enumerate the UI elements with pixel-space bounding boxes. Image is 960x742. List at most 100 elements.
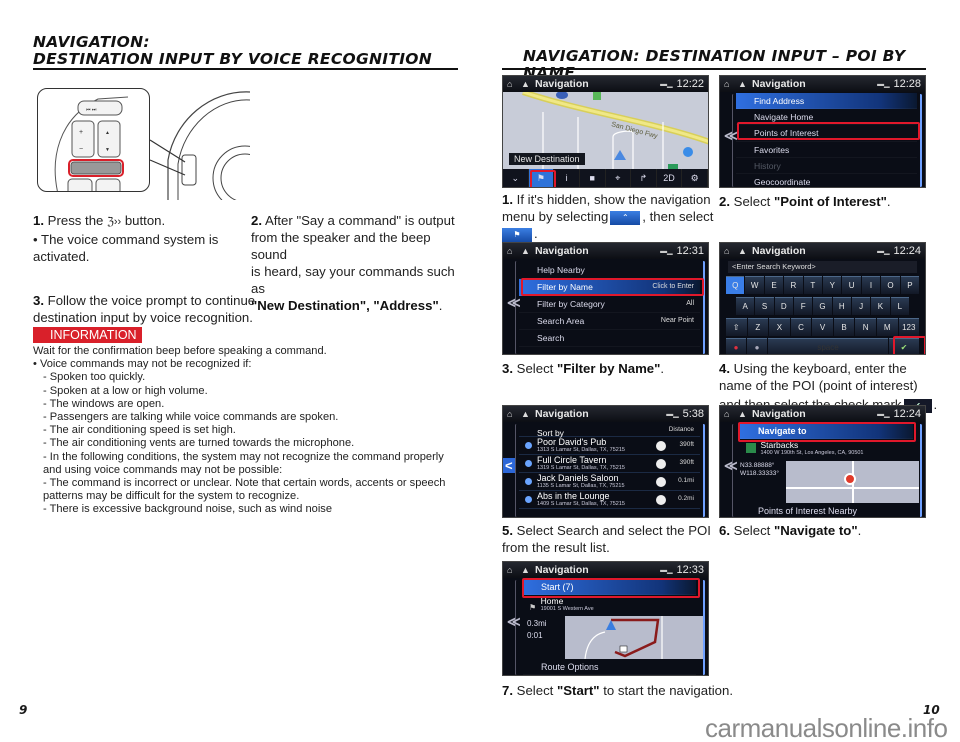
scrollbar[interactable] <box>702 261 705 354</box>
keyboard-key[interactable]: L <box>890 297 909 315</box>
home-icon[interactable]: ⌂ <box>724 246 733 256</box>
expand-menu-button-icon: ⌃ <box>610 210 641 225</box>
clock: 12:24 <box>893 408 921 420</box>
keyboard-key[interactable]: X <box>769 318 790 336</box>
collapse-menu-button[interactable]: ⌄ <box>503 169 529 187</box>
left-heading-line2: DESTINATION INPUT BY VOICE RECOGNITION <box>33 50 433 68</box>
keyboard-key[interactable]: P <box>900 276 920 294</box>
keyboard-key[interactable]: ⇧ <box>726 318 747 336</box>
route-map[interactable] <box>565 616 703 660</box>
information-badge: INFORMATION <box>33 327 142 343</box>
menu-item-find-address[interactable]: Find Address <box>736 93 917 110</box>
menu-item-filter-by-category[interactable]: Filter by Category All <box>519 296 700 313</box>
keyboard-key[interactable]: R <box>784 276 803 294</box>
step-number: 4. <box>719 361 730 376</box>
period: . <box>660 361 665 376</box>
keyboard-key[interactable]: Y <box>823 276 842 294</box>
back-arrow-icon[interactable]: ≪ <box>724 458 738 474</box>
clear-key[interactable]: ● <box>726 338 746 354</box>
info-line: and using voice commands may not be poss… <box>43 463 283 476</box>
home-icon[interactable]: ⌂ <box>507 79 516 89</box>
result-item[interactable]: Abs in the Lounge 1409 S Lamar St, Dallas… <box>519 491 700 509</box>
step-number: 1. <box>502 192 513 207</box>
poi-map[interactable] <box>786 461 919 503</box>
caption-bold: "Filter by Name" <box>557 361 661 376</box>
keyboard-key[interactable]: A <box>736 297 755 315</box>
scrollbar[interactable] <box>919 424 922 517</box>
settings-button[interactable]: ⚙ <box>682 169 708 187</box>
home-icon[interactable]: ⌂ <box>507 409 516 419</box>
menu-item-history[interactable]: History <box>736 158 917 174</box>
info-line: - Passengers are talking while voice com… <box>43 411 339 424</box>
menu-item-help-nearby[interactable]: Help Nearby <box>519 262 700 279</box>
keyboard-key[interactable]: Z <box>747 318 769 336</box>
keyboard-key[interactable]: S <box>755 297 774 315</box>
route-button[interactable]: ↱ <box>631 169 657 187</box>
result-distance: 0.2mi <box>678 495 694 502</box>
scrollbar[interactable] <box>919 94 922 187</box>
keyboard-key[interactable]: G <box>813 297 832 315</box>
voice-step-3: 3. Follow the voice prompt to continue d… <box>33 292 263 326</box>
keyboard-key[interactable]: F <box>793 297 813 315</box>
keyboard-key[interactable]: H <box>832 297 851 315</box>
step-number: 6. <box>719 523 730 538</box>
navigation-app-icon: ▲ <box>521 408 530 419</box>
poi-marker-icon <box>844 473 856 485</box>
keyboard-key[interactable]: D <box>774 297 793 315</box>
scrollbar[interactable] <box>702 424 705 517</box>
poi-nearby-item[interactable]: Points of Interest Nearby <box>740 503 913 517</box>
flag-button[interactable]: ■ <box>580 169 606 187</box>
caption-bold: "Point of Interest" <box>774 194 887 209</box>
keyboard-key[interactable]: E <box>764 276 784 294</box>
keyboard-key[interactable]: I <box>861 276 881 294</box>
keyboard-key[interactable]: M <box>876 318 898 336</box>
keyboard-key[interactable]: V <box>812 318 833 336</box>
keyboard-key[interactable]: K <box>871 297 890 315</box>
space-key[interactable]: space <box>768 338 888 354</box>
home-icon[interactable]: ⌂ <box>507 246 516 256</box>
result-item[interactable]: Full Circle Tavern 1319 S Lamar St, Dalla… <box>519 455 700 473</box>
new-destination-tooltip: New Destination <box>509 153 585 165</box>
screen-poi-filter: ⌂ ▲ Navigation ▬▁ 12:31 ≪ Help Nearby Fi… <box>502 242 709 355</box>
home-icon[interactable]: ⌂ <box>507 565 516 575</box>
view-2d-button[interactable]: 2D <box>657 169 683 187</box>
keyboard-key[interactable]: 123 <box>898 318 920 336</box>
status-bar: ⌂ ▲ Navigation ▬▁ 12:24 <box>720 243 925 259</box>
keyboard-key[interactable]: T <box>803 276 823 294</box>
home-icon[interactable]: ⌂ <box>724 409 733 419</box>
keyboard-key[interactable]: U <box>842 276 861 294</box>
signal-icon: ▬▁ <box>660 81 673 88</box>
route-line <box>584 616 663 660</box>
svg-text:+: + <box>79 129 83 136</box>
menu-item-search-area[interactable]: Search Area Near Point <box>519 313 700 330</box>
destination-address: 19001 S Western Ave <box>540 606 594 612</box>
sort-by-row[interactable]: Sort by Distance <box>519 423 700 438</box>
route-options-item[interactable]: Route Options <box>523 659 696 675</box>
home-icon[interactable]: ⌂ <box>724 79 733 89</box>
poi-button[interactable]: ⌖ <box>606 169 632 187</box>
map-view[interactable]: San Diego Fwy New Destination <box>503 89 708 171</box>
keyboard-key[interactable]: N <box>855 318 876 336</box>
keyboard-key[interactable]: J <box>851 297 871 315</box>
screen-title: Navigation <box>752 78 806 90</box>
poi-name: Starbacks <box>760 440 799 450</box>
globe-key[interactable]: ● <box>747 338 767 354</box>
signal-icon: ▬▁ <box>877 248 890 255</box>
keyboard-key[interactable]: O <box>881 276 900 294</box>
back-arrow-icon[interactable]: ≪ <box>507 614 521 630</box>
keyboard-key[interactable]: C <box>790 318 812 336</box>
menu-item-geocoordinate[interactable]: Geocoordinate <box>736 174 917 187</box>
destination-card: ⚑ Home 19001 S Western Ave <box>529 597 594 615</box>
back-arrow-icon[interactable]: < <box>503 458 515 473</box>
keyboard-key[interactable]: B <box>833 318 855 336</box>
result-item[interactable]: Poor David's Pub 1313 S Lamar St, Dallas,… <box>519 437 700 455</box>
search-keyword-input[interactable]: <Enter Search Keyword> <box>728 261 917 273</box>
keyboard-row-2: ASDFGHJKL <box>736 297 909 315</box>
info-line: - The air conditioning vents are turned … <box>43 437 355 450</box>
keyboard-key[interactable]: Q <box>726 276 745 294</box>
menu-item-search[interactable]: Search <box>519 330 700 347</box>
info-button[interactable]: i <box>554 169 580 187</box>
keyboard-key[interactable]: W <box>745 276 764 294</box>
result-item[interactable]: Jack Daniels Saloon 1135 S Lamar St, Dall… <box>519 473 700 491</box>
menu-item-favorites[interactable]: Favorites <box>736 142 917 158</box>
